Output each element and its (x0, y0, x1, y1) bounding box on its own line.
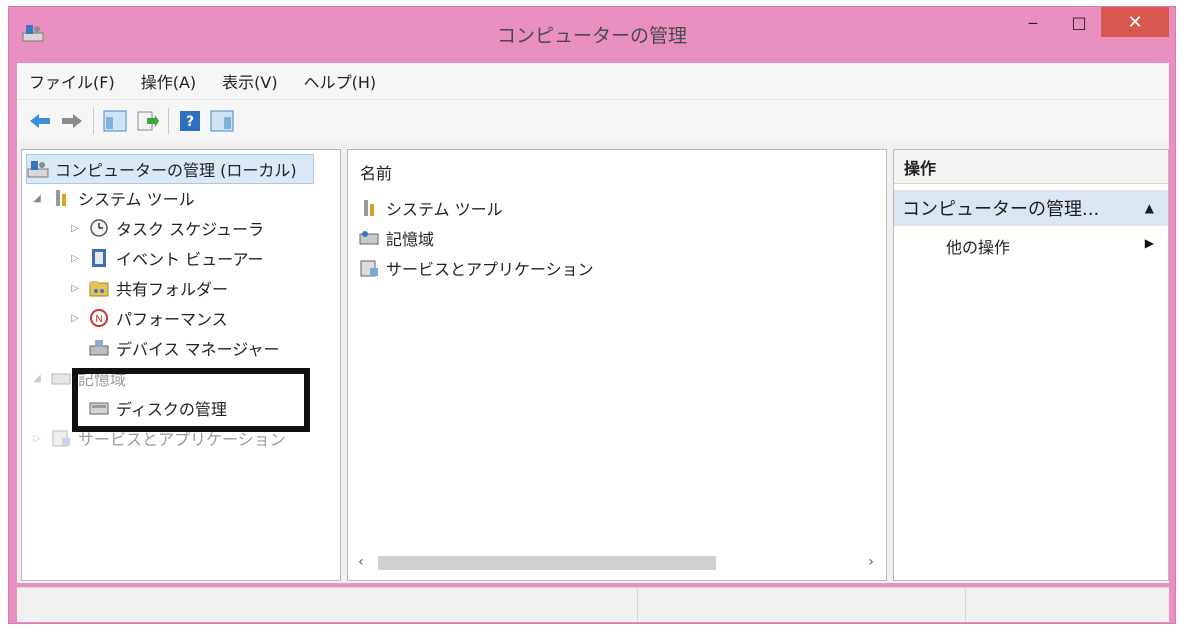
show-action-pane-icon[interactable] (209, 108, 235, 134)
collapse-arrow-icon[interactable]: ◢ (30, 373, 44, 384)
services-icon (358, 258, 380, 278)
horizontal-scrollbar[interactable]: ‹ › (354, 552, 880, 574)
tree-item-label: システム ツール (78, 190, 195, 209)
scrollbar-thumb[interactable] (378, 556, 716, 570)
tree-item-label: パフォーマンス (116, 310, 228, 329)
action-more-actions[interactable]: 他の操作 (946, 234, 1010, 258)
storage-icon (50, 368, 72, 388)
more-actions-label: 他の操作 (946, 238, 1011, 257)
toolbar-separator (168, 107, 169, 134)
column-header-name[interactable]: 名前 (360, 158, 392, 186)
tools-icon (50, 188, 72, 208)
content-area: コンピューターの管理 (ローカル) ◢ システム ツール ▷ タスク スケジュー… (17, 141, 1169, 583)
list-item-label: 記憶域 (386, 230, 435, 249)
storage-icon (358, 228, 380, 248)
toolbar: ? (17, 99, 1169, 141)
performance-icon: N (88, 308, 110, 328)
tree-item-task-scheduler[interactable]: ▷ タスク スケジューラ (68, 214, 264, 242)
tree-item-system-tools[interactable]: ◢ システム ツール (30, 184, 195, 212)
expand-arrow-icon[interactable]: ▷ (68, 313, 82, 324)
help-icon[interactable]: ? (177, 108, 203, 134)
collapse-arrow-icon[interactable]: ◢ (30, 193, 44, 204)
action-pane: 操作 コンピューターの管理... ▲ 他の操作 ▶ (893, 149, 1169, 581)
tree-item-event-viewer[interactable]: ▷ イベント ビューアー (68, 244, 264, 272)
expand-arrow-icon[interactable]: ▷ (68, 253, 82, 264)
scroll-right-icon[interactable]: › (868, 554, 874, 570)
menu-action[interactable]: 操作(A) (129, 69, 210, 93)
status-cell (637, 588, 966, 622)
action-section-label: コンピューターの管理... (902, 199, 1100, 220)
expand-arrow-icon[interactable]: ▷ (30, 433, 44, 444)
menu-view[interactable]: 表示(V) (210, 69, 291, 93)
expand-arrow-icon[interactable]: ▷ (68, 223, 82, 234)
list-item-label: システム ツール (386, 200, 503, 219)
list-item-label: サービスとアプリケーション (386, 260, 594, 279)
back-icon[interactable] (27, 108, 53, 134)
export-list-icon[interactable] (134, 108, 160, 134)
tree-item-label: コンピューターの管理 (ローカル) (55, 161, 297, 180)
tree-item-performance[interactable]: ▷ N パフォーマンス (68, 304, 228, 332)
window-title: コンピューターの管理 (496, 25, 687, 47)
submenu-arrow-icon[interactable]: ▶ (1145, 236, 1154, 250)
toolbar-separator (93, 107, 94, 134)
maximize-button[interactable]: □ (1057, 7, 1101, 37)
computer-management-icon (27, 159, 49, 179)
title-bar[interactable]: コンピューターの管理 ‒ □ ✕ (9, 7, 1175, 59)
expand-arrow-icon[interactable]: ▷ (68, 283, 82, 294)
scroll-left-icon[interactable]: ‹ (358, 554, 364, 570)
tree-item-label: イベント ビューアー (116, 250, 264, 269)
event-log-icon (88, 248, 110, 268)
device-manager-icon (88, 338, 110, 358)
tree-item-device-manager[interactable]: デバイス マネージャー (88, 334, 280, 362)
forward-icon[interactable] (59, 108, 85, 134)
tree-item-label: デバイス マネージャー (116, 340, 280, 359)
menu-bar: ファイル(F) 操作(A) 表示(V) ヘルプ(H) (17, 63, 1169, 99)
disk-management-highlight (72, 368, 310, 432)
column-header-label: 名前 (360, 164, 393, 183)
status-cell (965, 588, 1170, 622)
clock-icon (88, 218, 110, 238)
list-item-storage[interactable]: 記憶域 (358, 224, 434, 252)
menu-help[interactable]: ヘルプ(H) (292, 69, 391, 93)
list-item-system-tools[interactable]: システム ツール (358, 194, 503, 222)
tree-item-shared-folders[interactable]: ▷ 共有フォルダー (68, 274, 228, 302)
minimize-button[interactable]: ‒ (1009, 7, 1057, 37)
svg-text:?: ? (186, 114, 194, 130)
menu-file[interactable]: ファイル(F) (17, 69, 129, 93)
status-bar (17, 587, 1169, 622)
close-button[interactable]: ✕ (1101, 7, 1169, 37)
tree-item-label: 共有フォルダー (116, 280, 229, 299)
action-pane-header: 操作 (894, 150, 1168, 184)
tree-item-root[interactable]: コンピューターの管理 (ローカル) (26, 154, 314, 184)
results-pane[interactable]: 名前 システム ツール 記憶域 サービスとアプリケーション ‹ › (347, 149, 887, 581)
collapse-up-icon[interactable]: ▲ (1145, 201, 1154, 215)
console-tree-icon[interactable] (102, 108, 128, 134)
app-window: コンピューターの管理 ‒ □ ✕ ファイル(F) 操作(A) 表示(V) ヘルプ… (8, 6, 1176, 624)
shared-folder-icon (88, 278, 110, 298)
tree-item-label: タスク スケジューラ (116, 220, 264, 239)
action-section-computer-management[interactable]: コンピューターの管理... ▲ (894, 190, 1168, 226)
services-icon (50, 428, 72, 448)
console-tree-pane[interactable]: コンピューターの管理 (ローカル) ◢ システム ツール ▷ タスク スケジュー… (21, 149, 341, 581)
tools-icon (358, 198, 380, 218)
svg-text:N: N (95, 314, 102, 325)
list-item-services-apps[interactable]: サービスとアプリケーション (358, 254, 594, 282)
